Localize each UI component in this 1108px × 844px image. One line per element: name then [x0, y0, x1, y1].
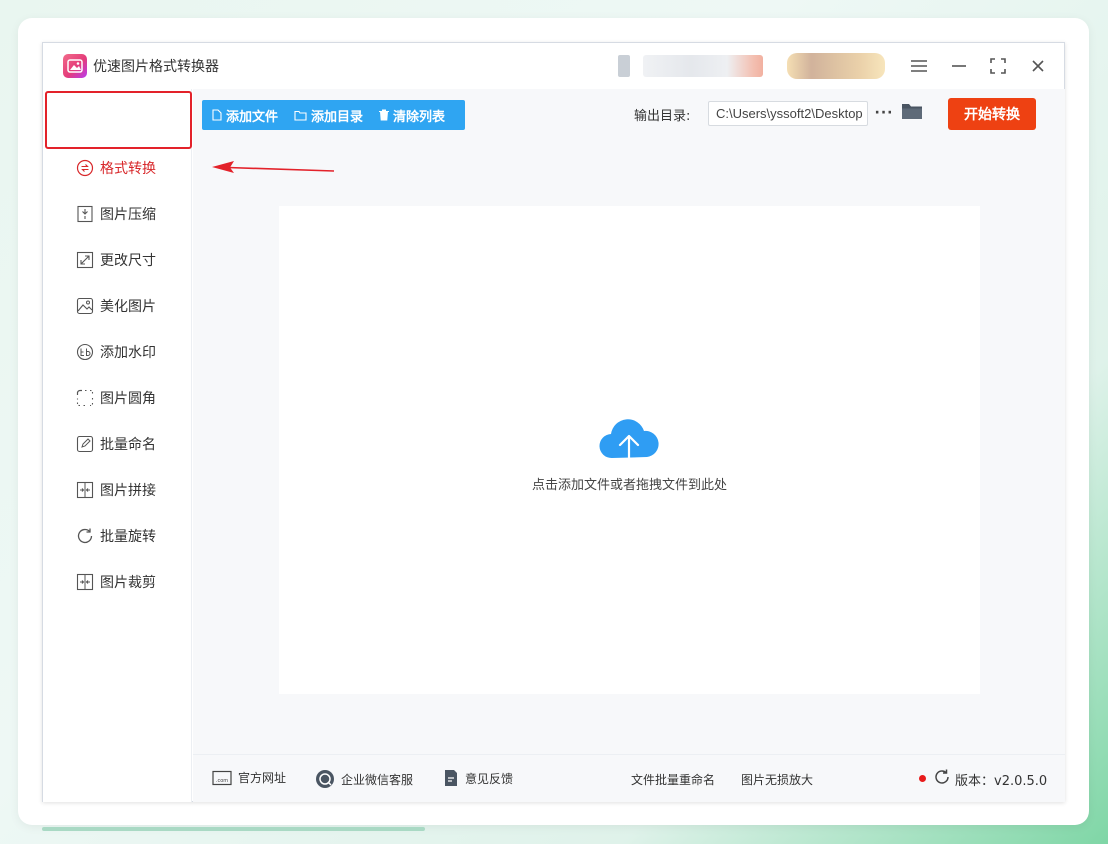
sidebar-item-compress[interactable]: 图片压缩	[43, 191, 192, 237]
round-corner-icon	[76, 389, 94, 407]
app-logo-icon	[63, 54, 87, 78]
add-file-label: 添加文件	[226, 109, 279, 125]
folder-icon	[294, 110, 307, 121]
rotate-icon	[76, 527, 94, 545]
output-dir-field[interactable]: C:\Users\yssoft2\Desktop	[708, 101, 868, 126]
lossless-enlarge-link[interactable]: 图片无损放大	[741, 771, 813, 788]
feedback-link[interactable]: 意见反馈	[443, 769, 513, 787]
sidebar: 格式转换 图片压缩 更改尺寸 美化图片 添加水印 图片圆角 批量命名 图片拼接 …	[43, 89, 192, 802]
sidebar-item-resize[interactable]: 更改尺寸	[43, 237, 192, 283]
sidebar-item-label: 格式转换	[100, 161, 156, 177]
svg-text:.com: .com	[216, 778, 228, 784]
start-convert-button[interactable]: 开始转换	[948, 98, 1036, 130]
refresh-icon	[935, 769, 949, 784]
footer-bar: .com 官方网址 企业微信客服 意见反馈 文件批量重命名 图片无损放大 版本：…	[193, 754, 1065, 802]
sidebar-item-label: 图片压缩	[100, 207, 156, 223]
sidebar-item-label: 美化图片	[100, 299, 156, 315]
sidebar-item-beautify[interactable]: 美化图片	[43, 283, 192, 329]
close-icon	[1032, 60, 1044, 72]
sidebar-item-format-convert[interactable]: 格式转换	[43, 145, 192, 191]
file-toolbar: 添加文件 添加目录 清除列表	[202, 100, 465, 130]
sidebar-item-stitch[interactable]: 图片拼接	[43, 467, 192, 513]
batch-rename-link[interactable]: 文件批量重命名	[631, 771, 715, 788]
website-icon: .com	[212, 770, 232, 786]
folder-icon	[902, 104, 922, 119]
check-update-button[interactable]	[933, 768, 951, 786]
decorative-bar	[42, 827, 425, 831]
output-dir-label: 输出目录:	[634, 109, 691, 124]
crop-icon	[76, 573, 94, 591]
wechat-icon	[315, 769, 335, 789]
sidebar-item-rotate[interactable]: 批量旋转	[43, 513, 192, 559]
format-convert-icon	[76, 159, 94, 177]
menu-button[interactable]	[905, 53, 933, 79]
cloud-upload-icon	[599, 419, 659, 468]
sidebar-item-label: 图片拼接	[100, 483, 156, 499]
sidebar-item-label: 图片圆角	[100, 391, 156, 407]
minimize-icon	[952, 65, 966, 67]
website-label: 官方网址	[238, 771, 287, 785]
sidebar-item-round-corner[interactable]: 图片圆角	[43, 375, 192, 421]
sidebar-item-label: 图片裁剪	[100, 575, 156, 591]
open-folder-button[interactable]	[901, 102, 925, 124]
sidebar-item-watermark[interactable]: 添加水印	[43, 329, 192, 375]
blurred-region	[787, 53, 885, 79]
update-indicator	[919, 775, 926, 782]
rename-icon	[76, 435, 94, 453]
close-button[interactable]	[1024, 53, 1052, 79]
add-folder-label: 添加目录	[311, 109, 364, 125]
sidebar-item-rename[interactable]: 批量命名	[43, 421, 192, 467]
title-bar: 优速图片格式转换器	[43, 43, 1064, 89]
drop-zone-hint: 点击添加文件或者拖拽文件到此处	[531, 478, 727, 493]
app-window: 优速图片格式转换器 格式转换 图片压缩 更改尺寸 美化图片 添加水印 图片圆角 …	[42, 42, 1065, 802]
menu-icon	[911, 60, 927, 72]
clear-list-button[interactable]: 清除列表	[379, 106, 445, 125]
beautify-icon	[76, 297, 94, 315]
maximize-button[interactable]	[984, 53, 1012, 79]
trash-icon	[379, 109, 390, 121]
minimize-button[interactable]	[945, 53, 973, 79]
main-panel: 添加文件 添加目录 清除列表 输出目录: C:\Users\yssoft2\De…	[193, 89, 1065, 802]
add-file-button[interactable]: 添加文件	[212, 106, 278, 125]
sidebar-item-label: 批量旋转	[100, 529, 156, 545]
add-folder-button[interactable]: 添加目录	[294, 106, 363, 125]
app-title: 优速图片格式转换器	[93, 59, 219, 75]
annotation-arrow	[212, 161, 334, 173]
maximize-icon	[990, 58, 1006, 74]
sidebar-item-label: 添加水印	[100, 345, 156, 361]
wechat-support-link[interactable]: 企业微信客服	[315, 769, 413, 789]
stitch-icon	[76, 481, 94, 499]
sidebar-item-label: 批量命名	[100, 437, 156, 453]
wechat-label: 企业微信客服	[341, 772, 414, 787]
compress-icon	[76, 205, 94, 223]
more-button[interactable]: ···	[874, 101, 894, 125]
file-icon	[212, 109, 222, 121]
drop-zone[interactable]: 点击添加文件或者拖拽文件到此处	[279, 206, 980, 694]
watermark-icon	[76, 343, 94, 361]
sidebar-item-label: 更改尺寸	[100, 253, 156, 269]
clear-list-label: 清除列表	[393, 109, 446, 125]
official-website-link[interactable]: .com 官方网址	[212, 769, 286, 786]
version-label: 版本：v2.0.5.0	[955, 774, 1048, 789]
sidebar-item-crop[interactable]: 图片裁剪	[43, 559, 192, 605]
resize-icon	[76, 251, 94, 269]
blurred-region	[643, 55, 763, 77]
annotation-highlight-box	[45, 91, 192, 149]
blurred-region	[618, 55, 630, 77]
feedback-icon	[443, 769, 459, 787]
feedback-label: 意见反馈	[465, 771, 514, 786]
